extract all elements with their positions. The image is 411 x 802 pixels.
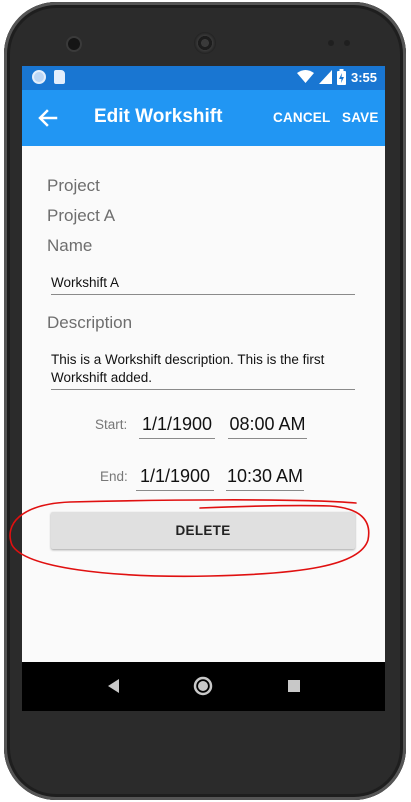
recents-square-icon[interactable] [282, 674, 306, 698]
start-label: Start: [95, 417, 128, 432]
home-circle-icon[interactable] [191, 674, 215, 698]
back-triangle-icon[interactable] [102, 674, 126, 698]
proximity-sensor [328, 40, 334, 46]
description-label: Description [47, 313, 133, 332]
light-sensor [344, 40, 350, 46]
description-input[interactable]: This is a Workshift description. This is… [51, 351, 355, 390]
start-time-picker[interactable]: 08:00 AM [228, 414, 307, 439]
end-label: End: [100, 469, 128, 484]
notification-circle-icon [32, 70, 46, 84]
sd-card-icon [54, 70, 65, 84]
project-value: Project A [47, 206, 116, 225]
wifi-icon [296, 70, 314, 83]
edit-form: Project Project A Name Workshift A Descr… [22, 146, 385, 662]
navigation-bar [22, 662, 385, 711]
device-screen: 3:55 Edit Workshift CANCEL SAVE Project … [22, 66, 385, 711]
name-input[interactable]: Workshift A [51, 274, 355, 295]
front-camera [68, 38, 80, 50]
phone-top-bezel [4, 2, 406, 66]
end-date-picker[interactable]: 1/1/1900 [136, 466, 214, 491]
arrow-left-icon[interactable] [34, 104, 62, 132]
start-date-picker[interactable]: 1/1/1900 [139, 414, 215, 439]
status-bar: 3:55 [22, 66, 385, 90]
project-label: Project [47, 176, 100, 195]
battery-charging-icon [336, 69, 346, 85]
cancel-button[interactable]: CANCEL [273, 110, 330, 125]
name-label: Name [47, 236, 93, 255]
page-title: Edit Workshift [94, 106, 223, 127]
app-bar: Edit Workshift CANCEL SAVE [22, 90, 385, 146]
status-time: 3:55 [350, 69, 377, 85]
earpiece-speaker [194, 32, 216, 54]
save-button[interactable]: SAVE [342, 110, 379, 125]
delete-button[interactable]: DELETE [51, 512, 355, 549]
cell-signal-icon [318, 70, 332, 84]
end-time-picker[interactable]: 10:30 AM [226, 466, 304, 491]
